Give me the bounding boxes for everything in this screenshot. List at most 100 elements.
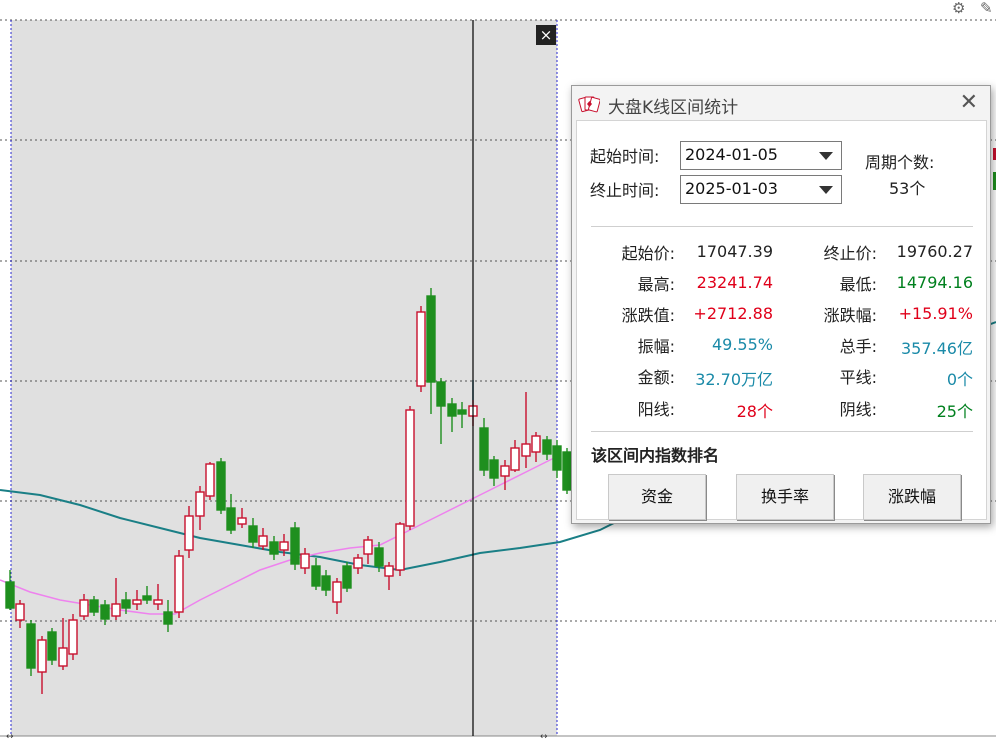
- selected-interval-region: [11, 20, 557, 736]
- amount-label: 金额:: [637, 368, 675, 387]
- start-time-select[interactable]: 2024-01-05: [680, 141, 842, 170]
- candle-down: [374, 547, 384, 567]
- candle-down: [216, 461, 226, 511]
- end-time-select[interactable]: 2025-01-03: [680, 175, 842, 204]
- up-count-value: 28个: [736, 402, 773, 421]
- period-count-value: 53个: [889, 179, 926, 198]
- candle-up: [363, 539, 373, 555]
- divider: [591, 226, 973, 227]
- candle-up: [353, 557, 363, 569]
- start-time-value: 2024-01-05: [685, 145, 778, 164]
- candle-down: [248, 525, 258, 543]
- candle-up: [395, 523, 405, 571]
- dialog-titlebar[interactable]: 大盘K线区间统计 ✕: [572, 86, 990, 120]
- candle-up: [300, 553, 310, 569]
- start-time-label: 起始时间:: [590, 147, 660, 166]
- candle-down: [426, 295, 436, 383]
- close-selection-button[interactable]: ×: [536, 25, 556, 45]
- candle-down: [457, 409, 467, 415]
- amplitude-label: 振幅:: [637, 337, 675, 356]
- start-price-value: 17047.39: [696, 242, 773, 261]
- candle-up: [531, 435, 541, 453]
- chevron-down-icon[interactable]: [819, 152, 833, 160]
- candle-down: [121, 599, 131, 609]
- candle-down: [342, 565, 352, 589]
- chevron-down-icon[interactable]: [819, 186, 833, 194]
- period-count-label: 周期个数:: [865, 153, 935, 172]
- volume-value: 357.46亿: [901, 339, 973, 358]
- candle-down: [479, 427, 489, 471]
- candle-up: [58, 647, 68, 667]
- down-count-value: 25个: [936, 402, 973, 421]
- gear-icon[interactable]: ⚙: [952, 0, 965, 16]
- candle-down: [290, 527, 300, 565]
- candle-up: [195, 491, 205, 517]
- interval-stats-dialog: 大盘K线区间统计 ✕ 起始时间: 2024-01-05 终止时间: 2025-0…: [571, 85, 991, 524]
- stats-panel: 起始时间: 2024-01-05 终止时间: 2025-01-03 周期个数: …: [576, 120, 987, 520]
- candle-up: [405, 409, 415, 527]
- candle-down: [489, 459, 499, 479]
- up-count-label: 阳线:: [637, 400, 675, 419]
- flat-label: 平线:: [839, 368, 877, 387]
- start-price-label: 起始价:: [621, 244, 675, 263]
- rank-by-change-button[interactable]: 涨跌幅: [863, 474, 961, 520]
- range-drag-handle[interactable]: ↔: [540, 732, 548, 741]
- range-drag-handle[interactable]: ↔: [6, 732, 14, 741]
- rank-by-turnover-button[interactable]: 换手率: [736, 474, 834, 520]
- candle-up: [153, 599, 163, 605]
- candle-up: [111, 603, 121, 617]
- candle-down: [226, 507, 236, 531]
- candle-up: [205, 463, 215, 497]
- candle-down: [142, 595, 152, 601]
- candle-down: [436, 381, 446, 407]
- candle-down: [311, 565, 321, 587]
- candle-down: [26, 623, 36, 669]
- change-value: +2712.88: [693, 304, 773, 323]
- low-label: 最低:: [839, 275, 877, 294]
- candle-down: [5, 581, 15, 609]
- app-cards-icon: [578, 95, 600, 113]
- flat-value: 0个: [946, 370, 973, 389]
- candle-up: [500, 465, 510, 477]
- high-value: 23241.74: [696, 273, 773, 292]
- candle-down: [269, 541, 279, 555]
- candle-up: [332, 581, 342, 603]
- candle-up: [258, 535, 268, 547]
- candle-down: [163, 611, 173, 625]
- end-time-label: 终止时间:: [590, 181, 660, 200]
- change-pct-value: +15.91%: [898, 304, 973, 323]
- change-label: 涨跌值:: [621, 306, 675, 325]
- candle-up: [174, 555, 184, 613]
- candle-up: [37, 639, 47, 673]
- candle-up: [132, 599, 142, 605]
- candle-up: [279, 541, 289, 551]
- divider: [591, 431, 973, 432]
- candle-down: [321, 575, 331, 591]
- candle-down: [47, 631, 57, 661]
- candle-up: [416, 311, 426, 387]
- candle-down: [447, 403, 457, 417]
- end-time-value: 2025-01-03: [685, 179, 778, 198]
- change-pct-label: 涨跌幅:: [823, 306, 877, 325]
- candle-up: [237, 517, 247, 525]
- down-count-label: 阴线:: [839, 400, 877, 419]
- close-icon[interactable]: ✕: [960, 90, 978, 116]
- low-value: 14794.16: [896, 273, 973, 292]
- end-price-value: 19760.27: [896, 242, 973, 261]
- candle-up: [68, 619, 78, 655]
- volume-label: 总手:: [839, 337, 877, 356]
- dialog-title: 大盘K线区间统计: [608, 98, 739, 118]
- candle-down: [100, 604, 110, 620]
- period-count-box: 周期个数: 53个: [855, 143, 973, 205]
- rank-by-funds-button[interactable]: 资金: [608, 474, 706, 520]
- pencil-icon[interactable]: ✎: [980, 0, 993, 16]
- end-price-label: 终止价:: [823, 244, 877, 263]
- candle-up: [384, 565, 394, 577]
- candle-up: [510, 447, 520, 471]
- candle-down: [89, 599, 99, 613]
- amplitude-value: 49.55%: [711, 335, 773, 354]
- candle-up: [521, 443, 531, 457]
- high-label: 最高:: [637, 275, 675, 294]
- candle-down: [542, 439, 552, 455]
- candle-down: [562, 451, 572, 491]
